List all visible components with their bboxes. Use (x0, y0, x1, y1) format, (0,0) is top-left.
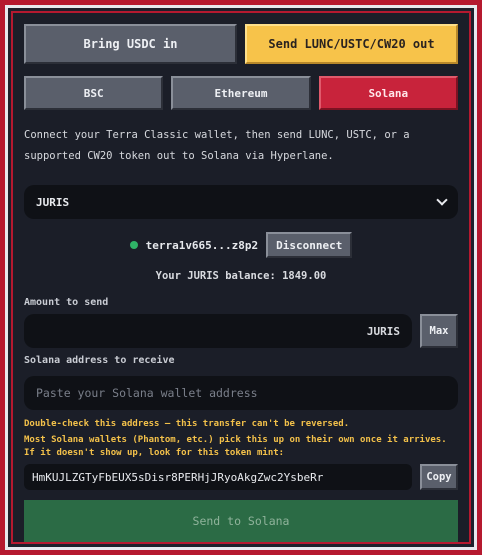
wallet-address: terra1v665...z8p2 (145, 238, 259, 252)
mode-tabs: Bring USDC in Send LUNC/USTC/CW20 out (24, 24, 458, 64)
description-text: Connect your Terra Classic wallet, then … (24, 129, 410, 162)
send-out-button[interactable]: Send LUNC/USTC/CW20 out (245, 24, 458, 64)
amount-input[interactable]: JURIS (24, 314, 412, 348)
connected-status-icon (129, 241, 138, 249)
disconnect-button[interactable]: Disconnect (266, 232, 353, 258)
send-to-solana-button[interactable]: Send to Solana (24, 500, 458, 542)
tab-ethereum[interactable]: Ethereum (171, 76, 311, 110)
token-select[interactable]: JURIS (24, 185, 458, 219)
copy-button[interactable]: Copy (420, 464, 458, 490)
token-balance: Your JURIS balance: 1849.00 (155, 270, 327, 282)
chevron-down-icon (436, 194, 448, 206)
amount-row: JURIS Max (24, 314, 458, 348)
bring-usdc-button[interactable]: Bring USDC in (24, 24, 237, 64)
address-label: Solana address to receive (24, 355, 175, 366)
max-button[interactable]: Max (420, 314, 458, 348)
solana-address-input[interactable]: Paste your Solana wallet address (24, 376, 458, 410)
chain-tabs: BSC Ethereum Solana (24, 76, 458, 110)
amount-unit: JURIS (366, 324, 400, 338)
address-placeholder: Paste your Solana wallet address (36, 386, 258, 400)
mint-row: HmKUJLZGTyFbEUX5sDisr8PERHjJRyoAkgZwc2Ys… (24, 464, 458, 490)
amount-label: Amount to send (24, 297, 109, 308)
tab-solana[interactable]: Solana (318, 76, 458, 110)
mint-note: Most Solana wallets (Phantom, etc.) pick… (24, 435, 447, 458)
wallet-status: terra1v665...z8p2 Disconnect (24, 232, 458, 258)
tab-bsc[interactable]: BSC (24, 76, 164, 110)
bridge-panel: Bring USDC in Send LUNC/USTC/CW20 out BS… (24, 24, 458, 542)
token-select-value: JURIS (36, 195, 70, 209)
warning-text: Double-check this address — this transfe… (24, 419, 350, 429)
token-mint-address: HmKUJLZGTyFbEUX5sDisr8PERHjJRyoAkgZwc2Ys… (24, 464, 412, 490)
